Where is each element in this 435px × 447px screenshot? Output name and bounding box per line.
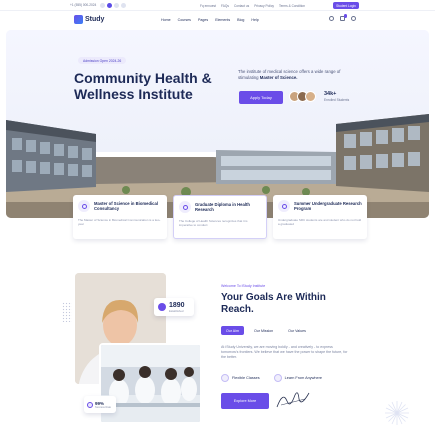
established-text: 1890 Established — [169, 302, 185, 313]
program-cards: Master of Science in Biomedical Consulta… — [73, 195, 367, 239]
program-title: Graduate Diploma in Health Research — [195, 202, 250, 212]
diploma-icon — [179, 201, 191, 213]
established-label: Established — [169, 308, 184, 313]
program-card-header: Summer Undergraduate Research Program — [278, 200, 362, 212]
cart-badge — [343, 14, 347, 18]
nav-item-blog[interactable]: Blog — [237, 18, 244, 22]
about-paragraph: At iStudy University, we are moving bold… — [221, 345, 348, 360]
established-badge: 1890 Established — [154, 298, 194, 316]
top-link-terms[interactable]: Terms & Condition — [279, 4, 305, 8]
microscope-icon — [78, 200, 90, 212]
student-login-button[interactable]: Student Login — [333, 2, 359, 9]
menu-icon[interactable] — [351, 16, 356, 21]
cart-icon[interactable] — [340, 14, 347, 21]
students-stat: 34k+ Enrolled Students — [324, 91, 349, 102]
student-avatars — [289, 91, 316, 102]
program-card-biomedical[interactable]: Master of Science in Biomedical Consulta… — [73, 195, 167, 239]
youtube-icon[interactable] — [121, 2, 127, 8]
program-title: Master of Science in Biomedical Consulta… — [94, 201, 158, 211]
feature-learn-anywhere: Learn From Anywhere — [273, 374, 323, 382]
students-label: Enrolled Students — [324, 98, 350, 102]
about-tabs: Our Aim Our Mission Our Values — [221, 326, 311, 335]
phone-number[interactable]: +1 (555) 000-2024 — [70, 3, 96, 7]
research-icon — [278, 200, 290, 212]
nav-item-help[interactable]: Help — [251, 18, 258, 22]
nav-menu: Home Courses Pages Elements Blog Help — [161, 18, 259, 22]
feature-label: Flexible Classes — [232, 376, 260, 380]
program-description: The Master of Science in Biomedical Comm… — [78, 218, 161, 227]
linkedin-icon[interactable] — [114, 2, 120, 8]
signature-image — [276, 392, 310, 408]
success-label: Success Rate — [95, 405, 112, 409]
search-icon[interactable] — [329, 16, 334, 21]
program-card-header: Graduate Diploma in Health Research — [179, 201, 261, 213]
established-year: 1890 — [169, 301, 185, 309]
hero-title: Community Health & Wellness Institute — [74, 70, 212, 102]
about-title: Your Goals Are Within Reach. — [221, 292, 326, 315]
program-card-health-research[interactable]: Graduate Diploma in Health Research The … — [173, 195, 267, 239]
building-icon — [158, 303, 166, 311]
nav-item-home[interactable]: Home — [161, 18, 171, 22]
success-text: 99% Success Rate — [95, 401, 111, 409]
program-description: Undergraduate SRC students are and stude… — [278, 218, 362, 227]
avatar — [305, 91, 316, 102]
explore-more-button[interactable]: Explore More — [221, 393, 269, 409]
program-description: The College of Health Sciences recognize… — [179, 219, 248, 228]
top-bar: +1 (555) 000-2024 Fq ennuest FAQs Contac… — [0, 0, 435, 11]
brand-name: Study — [85, 16, 105, 23]
hero-section: Admission Open 2024-26 Community Health … — [6, 30, 429, 218]
program-card-summer-research[interactable]: Summer Undergraduate Research Program Un… — [273, 195, 367, 239]
tab-our-aim[interactable]: Our Aim — [221, 326, 244, 335]
tab-our-mission[interactable]: Our Mission — [249, 326, 278, 335]
nav-item-courses[interactable]: Courses — [178, 18, 191, 22]
welcome-label: Welcome To iStudy Institute — [221, 284, 266, 288]
top-link-1[interactable]: Fq ennuest — [200, 4, 216, 8]
page: +1 (555) 000-2024 Fq ennuest FAQs Contac… — [0, 0, 435, 447]
facebook-icon[interactable] — [100, 2, 106, 8]
tab-our-values[interactable]: Our Values — [283, 326, 311, 335]
hero-description-bold: Master of Science. — [259, 75, 298, 80]
main-nav: Study Home Courses Pages Elements Blog H… — [0, 11, 435, 31]
logo-mark-icon — [74, 15, 83, 24]
apply-today-button[interactable]: Apply Today — [239, 91, 283, 104]
top-link-faqs[interactable]: FAQs — [221, 4, 229, 8]
decorative-dots — [62, 302, 72, 322]
clock-icon — [221, 374, 229, 382]
top-link-privacy[interactable]: Privacy Policy — [254, 4, 274, 8]
program-title: Summer Undergraduate Research Program — [294, 201, 362, 211]
success-rate-badge: 99% Success Rate — [84, 396, 116, 413]
nav-icons — [329, 14, 356, 21]
globe-icon — [273, 374, 282, 382]
top-links: Fq ennuest FAQs Contact us Privacy Polic… — [200, 0, 305, 11]
decorative-burst-icon — [385, 401, 409, 425]
trophy-icon — [87, 401, 93, 408]
feature-flexible-classes: Flexible Classes — [221, 374, 260, 382]
nav-item-pages[interactable]: Pages — [198, 18, 208, 22]
admission-tag: Admission Open 2024-26 — [78, 57, 127, 64]
feature-label: Learn From Anywhere — [284, 376, 323, 380]
nav-item-elements[interactable]: Elements — [215, 18, 230, 22]
top-link-contact[interactable]: Contact us — [234, 4, 249, 8]
about-features: Flexible Classes Learn From Anywhere — [221, 374, 322, 382]
program-card-header: Master of Science in Biomedical Consulta… — [78, 200, 162, 212]
hero-description: The institute of medical science offers … — [238, 69, 358, 81]
twitter-icon[interactable] — [107, 2, 113, 8]
logo[interactable]: Study — [74, 15, 104, 24]
students-count: 34k+ — [324, 91, 337, 97]
